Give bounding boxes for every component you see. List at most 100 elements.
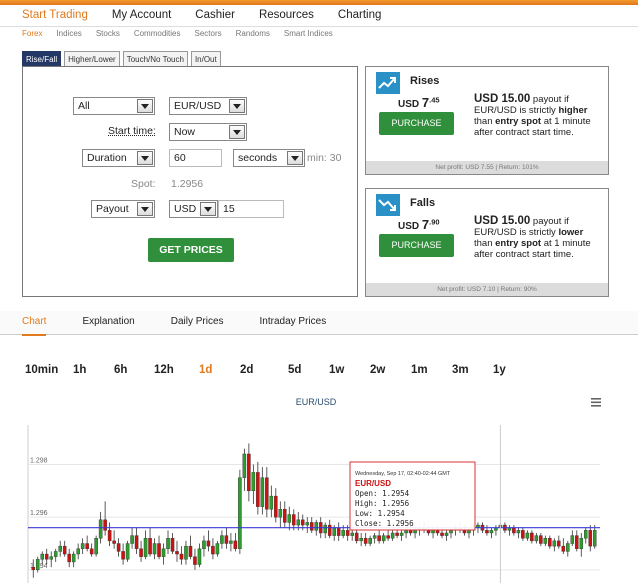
market-select[interactable]: All [73, 97, 155, 115]
symbol-select[interactable]: EUR/USD [169, 97, 247, 115]
candle-up [332, 527, 336, 536]
period-5d[interactable]: 5d [288, 364, 329, 376]
rises-price-decimal: .45 [429, 95, 440, 105]
candle-down [85, 543, 89, 549]
start-time-label: Start time: [108, 125, 156, 137]
period-2w[interactable]: 2w [370, 364, 411, 376]
menu-icon[interactable] [591, 398, 601, 407]
candle-up [350, 532, 354, 536]
candle-down [256, 472, 260, 507]
subnav-forex[interactable]: Forex [22, 27, 42, 43]
tab-chart[interactable]: Chart [22, 311, 47, 336]
candle-down [557, 540, 561, 547]
chevron-down-icon [137, 202, 153, 216]
candle-down [274, 495, 278, 518]
start-time-select[interactable]: Now [169, 123, 247, 141]
candle-up [80, 543, 85, 549]
candle-down [395, 532, 399, 536]
candle-down [363, 538, 368, 544]
candle-up [251, 472, 256, 492]
period-1m[interactable]: 1m [411, 364, 452, 376]
candle-down [345, 530, 350, 536]
get-prices-button[interactable]: GET PRICES [148, 238, 234, 262]
price-chart[interactable]: EUR/USD 1.2981.2961.294 Wednesday, Sep 1… [0, 390, 638, 583]
chevron-down-icon [137, 99, 153, 113]
nav-resources[interactable]: Resources [259, 5, 314, 26]
subnav-randoms[interactable]: Randoms [236, 27, 270, 43]
currency-select[interactable]: USD [169, 200, 218, 218]
tab-daily-prices[interactable]: Daily Prices [171, 311, 224, 334]
duration-min-hint: min: 30 [307, 152, 342, 164]
candle-down [157, 543, 161, 557]
nav-my-account[interactable]: My Account [112, 5, 171, 26]
candle-down [512, 527, 516, 534]
rises-direction: higher [558, 105, 588, 116]
nav-charting[interactable]: Charting [338, 5, 381, 26]
subnav-indices[interactable]: Indices [56, 27, 81, 43]
candle-down [31, 566, 36, 571]
period-3m[interactable]: 3m [452, 364, 493, 376]
tab-explanation[interactable]: Explanation [82, 311, 134, 334]
amount-input[interactable]: 15 [218, 200, 284, 218]
period-12h[interactable]: 12h [154, 364, 199, 376]
symbol-select-value: EUR/USD [174, 100, 222, 112]
chart-title: EUR/USD [296, 397, 337, 407]
period-10min[interactable]: 10min [25, 364, 73, 376]
subnav-sectors[interactable]: Sectors [195, 27, 222, 43]
duration-input[interactable]: 60 [169, 149, 222, 167]
falls-entry-spot: entry spot [495, 238, 542, 249]
period-1y[interactable]: 1y [493, 364, 523, 376]
tab-intraday-prices[interactable]: Intraday Prices [260, 311, 327, 334]
candle-down [247, 453, 251, 492]
candle-up [314, 522, 319, 531]
candle-up [49, 556, 53, 560]
payout-type-select[interactable]: Payout [91, 200, 155, 218]
period-1w[interactable]: 1w [329, 364, 370, 376]
candle-down [426, 530, 431, 534]
candle-up [570, 535, 575, 544]
rises-card: Rises USD 7.45 PURCHASE USD 15.00 payout… [365, 66, 609, 175]
tab-higher-lower[interactable]: Higher/Lower [64, 51, 120, 66]
candle-up [269, 495, 274, 510]
candle-up [197, 548, 202, 565]
candle-down [112, 540, 116, 544]
tab-in-out[interactable]: In/Out [190, 51, 221, 66]
candle-down [377, 535, 381, 542]
tab-touch-no-touch[interactable]: Touch/No Touch [122, 51, 188, 66]
candle-down [327, 524, 332, 536]
candle-down [62, 545, 67, 555]
candle-up [287, 514, 292, 523]
tab-rise-fall[interactable]: Rise/Fall [22, 51, 62, 66]
candle-up [98, 519, 103, 539]
falls-purchase-button[interactable]: PURCHASE [379, 234, 454, 257]
nav-start-trading[interactable]: Start Trading [22, 5, 88, 26]
subnav-smart-indices[interactable]: Smart Indices [284, 27, 333, 43]
candle-down [408, 530, 413, 534]
candle-down [188, 545, 193, 557]
candle-up [552, 540, 557, 547]
candle-up [40, 553, 45, 560]
candle-up [359, 538, 363, 542]
period-6h[interactable]: 6h [114, 364, 154, 376]
duration-type-select[interactable]: Duration [82, 149, 155, 167]
candle-down [521, 530, 525, 539]
subnav-commodities[interactable]: Commodities [134, 27, 181, 43]
candle-down [134, 535, 139, 549]
candle-down [170, 538, 175, 552]
tooltip-close: Close: 1.2956 [355, 519, 414, 528]
duration-unit-select[interactable]: seconds [233, 149, 305, 167]
subnav-stocks[interactable]: Stocks [96, 27, 120, 43]
period-2d[interactable]: 2d [240, 364, 288, 376]
fall-chart-icon [376, 194, 400, 216]
rises-purchase-button[interactable]: PURCHASE [379, 112, 454, 135]
payout-type-value: Payout [96, 203, 129, 215]
candle-down [300, 519, 305, 526]
period-1h[interactable]: 1h [73, 364, 114, 376]
candle-up [35, 559, 40, 571]
candle-up [516, 530, 521, 534]
nav-cashier[interactable]: Cashier [195, 5, 235, 26]
period-1d[interactable]: 1d [199, 364, 240, 376]
panel-tabs: Chart Explanation Daily Prices Intraday … [0, 311, 638, 336]
candle-down [530, 532, 534, 542]
candle-down [588, 530, 593, 547]
